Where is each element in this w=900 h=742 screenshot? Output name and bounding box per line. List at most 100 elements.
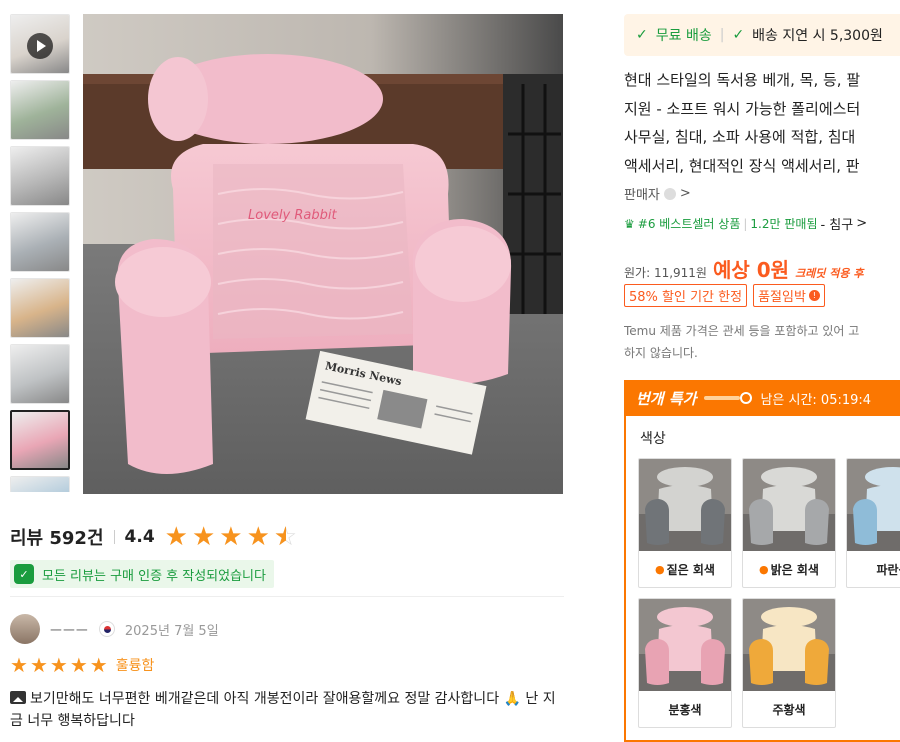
product-title: 현대 스타일의 독서용 베개, 목, 등, 팔 지원 - 소프트 워시 가능한 … <box>624 66 900 180</box>
thumbnail-image <box>11 81 69 139</box>
star-icon: ★ <box>29 653 48 677</box>
shield-icon: ✓ <box>14 564 34 584</box>
swatch-label: ● 짙은 회색 <box>639 551 731 587</box>
review-date: 2025년 7월 5일 <box>124 623 219 639</box>
title-line: 현대 스타일의 독서용 베개, 목, 등, 팔 <box>624 71 861 89</box>
divider <box>113 530 115 544</box>
reviewer-name: ㅡㅡㅡ <box>50 623 89 639</box>
reviews-header: 리뷰 592건 4.4 ★ ★ ★ ★ ☆ <box>10 524 297 550</box>
thumbnail-color-variants[interactable] <box>10 278 70 338</box>
review-stars: ★ ★ ★ ★ ★ 훌륭함 <box>10 655 154 675</box>
reviews-count[interactable]: 리뷰 592건 <box>10 524 104 550</box>
rating-stars: ★ ★ ★ ★ ☆ <box>165 524 298 550</box>
color-swatch[interactable]: 파란색 <box>846 458 900 588</box>
trophy-icon: ♛ <box>624 216 635 231</box>
flash-sale-title: 번개 특가 <box>636 389 697 408</box>
title-line: 지원 - 소프트 워시 가능한 폴리에스터 <box>624 99 861 118</box>
star-icon: ★ <box>89 653 108 677</box>
image-icon <box>10 691 26 704</box>
thumbnail-grey-bedroom[interactable] <box>10 212 70 272</box>
chevron-right-icon: > <box>679 186 691 201</box>
swatch-image <box>743 599 835 691</box>
color-swatches: ●짙은 회색 ●밝은 회색파란색분홍색 주황색 <box>638 458 900 728</box>
verified-banner: ✓ 모든 리뷰는 구매 인증 후 작성되었습니다 <box>10 560 274 588</box>
thumbnail-image <box>11 345 69 403</box>
discount-tag: 58% 할인 기간 한정 <box>624 284 748 307</box>
main-product-image[interactable]: Lovely Rabbit Morris News <box>83 14 563 494</box>
seller-label: 판매자 <box>624 188 660 203</box>
svg-text:Lovely Rabbit: Lovely Rabbit <box>248 208 337 223</box>
swatch-name: 분홍색 <box>668 702 702 717</box>
swatch-name: 파란색 <box>876 562 900 577</box>
expected-price: 예상 0원 <box>712 258 790 282</box>
title-line: 액세서리, 현대적인 장식 액세서리, 판 <box>624 156 860 175</box>
color-swatch[interactable]: 분홍색 <box>638 598 732 728</box>
star-icon: ★ <box>219 522 243 552</box>
thumbnail-image <box>11 147 69 205</box>
thumbnail-size-chart[interactable] <box>10 146 70 206</box>
thumbnail-video[interactable] <box>10 14 70 74</box>
review-body: 보기만해도 너무편한 베개같은데 아직 개봉전이라 잘애용할께요 정말 감사합니… <box>10 691 556 729</box>
price-notice: Temu 제품 가격은 관세 등을 포함하고 있어 고 하지 않습니다. <box>624 320 900 364</box>
color-option-label: 색상 <box>640 431 666 447</box>
chevron-right-icon: > <box>856 216 868 231</box>
divider: | <box>719 27 725 43</box>
bestseller-badge[interactable]: ♛ #6 베스트셀러 상품 | 1.2만 판매됨 - 침구 > <box>624 214 867 233</box>
divider: | <box>743 216 748 231</box>
category-link[interactable]: - 침구 <box>820 214 853 233</box>
countdown-timer: 남은 시간: 05:19:4 <box>760 392 872 408</box>
thumbnail-image <box>11 477 69 492</box>
verified-text: 모든 리뷰는 구매 인증 후 작성되었습니다 <box>42 568 266 584</box>
price-row: 원가: 11,911원 예상 0원 크레딧 적용 후 <box>624 254 863 283</box>
notice-line: Temu 제품 가격은 관세 등을 포함하고 있어 고 <box>624 324 860 338</box>
star-icon: ★ <box>10 653 28 677</box>
color-swatch[interactable]: 주황색 <box>742 598 836 728</box>
soldout-tag[interactable]: 품절임박 ! <box>753 284 825 307</box>
half-star-icon: ☆ <box>274 524 297 550</box>
free-shipping-label: 무료 배송 <box>655 28 712 44</box>
color-swatch[interactable]: ● 짙은 회색 <box>638 458 732 588</box>
bestseller-rank: #6 베스트셀러 상품 <box>637 217 741 231</box>
rating-value: 4.4 <box>124 527 155 547</box>
seller-link[interactable]: 판매자 > <box>624 184 691 203</box>
flash-progress-line <box>704 396 741 400</box>
promo-tags: 58% 할인 기간 한정 품절임박 ! <box>624 284 825 307</box>
swatch-name: 밝은 회색 <box>770 562 819 577</box>
thumbnail-image <box>11 213 69 271</box>
sold-count: 1.2만 판매됨 <box>750 217 818 231</box>
shipping-banner[interactable]: ✓ 무료 배송 | ✓ 배송 지연 시 5,300원 <box>624 14 900 56</box>
section-divider <box>10 596 564 597</box>
swatch-label: 분홍색 <box>639 691 731 727</box>
check-icon: ✓ <box>732 27 745 43</box>
swatch-label: 파란색 <box>847 551 900 587</box>
star-icon: ★ <box>164 522 188 552</box>
color-swatch[interactable]: ● 밝은 회색 <box>742 458 836 588</box>
thumbnail-grey-sofa[interactable] <box>10 344 70 404</box>
original-price: 원가: 11,911원 <box>624 266 707 280</box>
thumbnail-image <box>11 279 69 337</box>
swatch-image <box>847 459 900 551</box>
delay-credit-label: 배송 지연 시 5,300원 <box>752 28 883 44</box>
notice-line: 하지 않습니다. <box>624 346 698 360</box>
flash-sale-panel: 번개 특가 남은 시간: 05:19:4 색상 ●짙은 회색 ●밝은 회색파란색분… <box>624 380 900 742</box>
swatch-name: 주황색 <box>772 702 806 717</box>
seller-badge-icon <box>663 187 676 200</box>
flash-sale-header: 번개 특가 남은 시간: 05:19:4 <box>626 380 900 416</box>
thumbnail-pink-active[interactable] <box>10 410 70 470</box>
thumbnail-image <box>12 412 68 468</box>
play-icon[interactable] <box>27 33 53 59</box>
avatar[interactable] <box>10 614 40 644</box>
swatch-image <box>639 459 731 551</box>
pillow-illustration: Lovely Rabbit Morris News <box>83 14 563 494</box>
star-icon: ★ <box>69 653 88 677</box>
thumbnail-blue-partial[interactable] <box>10 476 70 492</box>
swatch-label: 주황색 <box>743 691 835 727</box>
korea-flag-icon <box>98 621 115 637</box>
thumbnail-lifestyle-green[interactable] <box>10 80 70 140</box>
swatch-image <box>743 459 835 551</box>
reviewer-info: ㅡㅡㅡ 2025년 7월 5일 <box>10 614 219 644</box>
info-icon[interactable]: ! <box>808 290 820 301</box>
swatch-image <box>639 599 731 691</box>
star-icon: ★ <box>49 653 68 677</box>
soldout-label: 품절임박 <box>758 290 806 305</box>
